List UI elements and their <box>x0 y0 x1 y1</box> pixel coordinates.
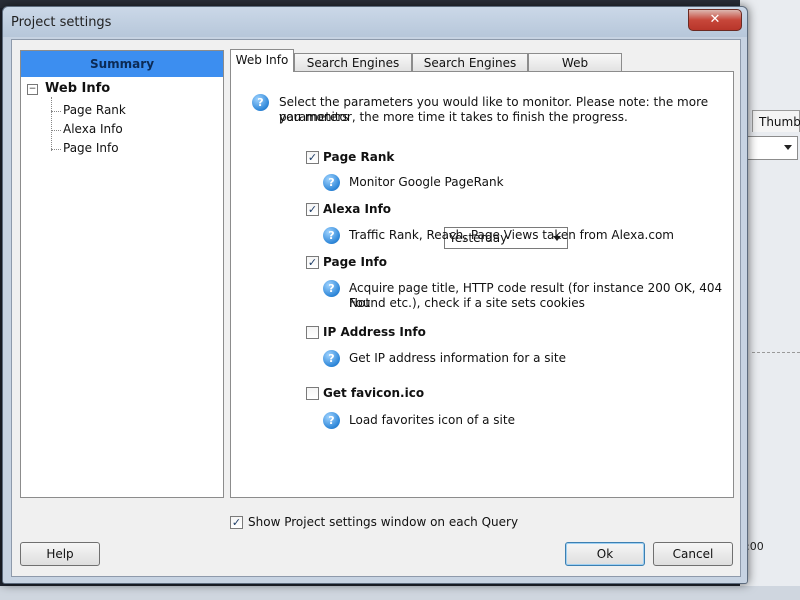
info-icon: ? <box>323 412 340 429</box>
page-info-description-line-2: Found etc.), check if a site sets cookie… <box>349 296 585 310</box>
tree-connector <box>51 97 52 151</box>
favicon-description: Load favorites icon of a site <box>349 413 515 427</box>
info-icon: ? <box>323 280 340 297</box>
info-icon: ? <box>252 94 269 111</box>
ok-button[interactable]: Ok <box>565 542 645 566</box>
chevron-down-icon <box>784 145 792 150</box>
intro-text-line-2: you monitor, the more time it takes to f… <box>279 110 628 124</box>
favicon-checkbox[interactable] <box>306 387 319 400</box>
tree-item-page-rank[interactable]: Page Rank <box>63 103 126 117</box>
check-icon: ✓ <box>307 256 318 269</box>
close-icon: ✕ <box>709 12 721 27</box>
check-icon: ✓ <box>307 151 318 164</box>
ip-address-info-description: Get IP address information for a site <box>349 351 566 365</box>
info-icon: ? <box>323 350 340 367</box>
tree-item-web-info[interactable]: Web Info <box>45 81 110 96</box>
alexa-info-description: Traffic Rank, Reach, Page Views taken fr… <box>349 228 674 242</box>
summary-tree-panel: Summary − Web Info Page Rank Alexa Info … <box>20 50 224 498</box>
info-icon: ? <box>323 227 340 244</box>
ip-address-info-label: IP Address Info <box>323 325 426 339</box>
tab-web-info[interactable]: Web Info <box>230 49 294 72</box>
background-tab-thumb[interactable]: Thumb <box>752 110 800 132</box>
page-info-label: Page Info <box>323 255 387 269</box>
project-settings-dialog: Project settings ✕ Summary − Web Info Pa… <box>2 6 748 584</box>
tab-search-engines-list[interactable]: Search Engines List <box>412 53 528 88</box>
tab-web-directories[interactable]: Web Directories <box>528 53 622 88</box>
close-button[interactable]: ✕ <box>688 9 742 31</box>
check-icon: ✓ <box>231 516 242 529</box>
page-rank-label: Page Rank <box>323 150 395 164</box>
tab-search-engines-info[interactable]: Search Engines Info <box>294 53 412 88</box>
background-app-window <box>740 0 800 600</box>
help-button[interactable]: Help <box>20 542 100 566</box>
favicon-label: Get favicon.ico <box>323 386 425 400</box>
show-each-query-label[interactable]: Show Project settings window on each Que… <box>248 515 518 529</box>
page-info-checkbox[interactable]: ✓ <box>306 256 319 269</box>
ip-address-info-checkbox[interactable] <box>306 326 319 339</box>
tree-item-alexa-info[interactable]: Alexa Info <box>63 122 123 136</box>
background-dropdown[interactable] <box>744 136 798 160</box>
tree-connector <box>51 149 61 150</box>
alexa-info-label: Alexa Info <box>323 202 392 216</box>
tree-connector <box>51 130 61 131</box>
tree-connector <box>51 111 61 112</box>
dialog-title: Project settings <box>11 15 112 30</box>
background-time-text: :00 <box>746 540 764 553</box>
background-taskbar <box>0 586 800 600</box>
info-icon: ? <box>323 174 340 191</box>
show-each-query-checkbox[interactable]: ✓ <box>230 516 243 529</box>
web-info-panel: ? Select the parameters you would like t… <box>230 71 734 498</box>
alexa-info-checkbox[interactable]: ✓ <box>306 203 319 216</box>
page-rank-description: Monitor Google PageRank <box>349 175 504 189</box>
collapse-icon[interactable]: − <box>27 84 38 95</box>
background-divider <box>752 352 800 353</box>
dialog-client-area: Summary − Web Info Page Rank Alexa Info … <box>11 39 741 577</box>
tree-item-page-info[interactable]: Page Info <box>63 141 119 155</box>
dialog-titlebar[interactable]: Project settings ✕ <box>3 7 747 37</box>
summary-header[interactable]: Summary <box>21 51 223 77</box>
cancel-button[interactable]: Cancel <box>653 542 733 566</box>
page-rank-checkbox[interactable]: ✓ <box>306 151 319 164</box>
check-icon: ✓ <box>307 203 318 216</box>
